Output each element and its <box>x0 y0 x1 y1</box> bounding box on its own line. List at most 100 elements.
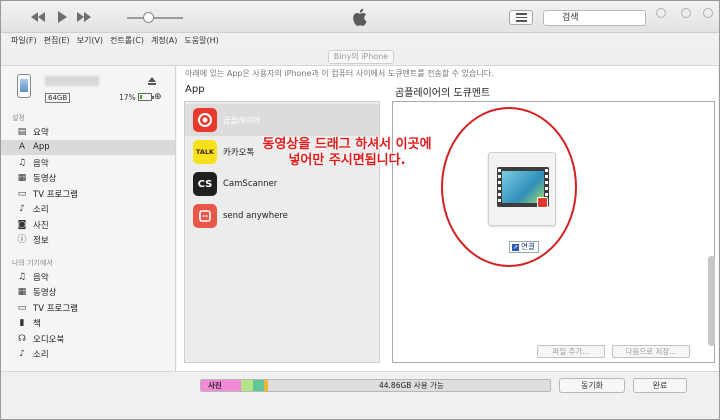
volume-slider[interactable] <box>127 17 183 19</box>
sidebar-item-label: 정보 <box>33 236 49 246</box>
annotation-line-2: 넣어만 주시면됩니다. <box>288 153 406 168</box>
sidebar-item[interactable]: ◙ 사진 <box>1 217 175 232</box>
capacity-free-label: 44.86GB 사용 가능 <box>379 381 444 390</box>
sidebar-item-label: 소리 <box>33 350 49 360</box>
next-icon[interactable] <box>75 9 93 25</box>
toolbar: 검색 <box>1 1 719 33</box>
music-note-icon: ♫ <box>17 157 27 168</box>
sidebar-item-label: 소리 <box>33 205 49 215</box>
film-icon: ▦ <box>17 173 27 183</box>
sidebar-item[interactable]: ♫ 음악 <box>1 155 175 170</box>
sidebar-item[interactable]: ▤ 요약 <box>1 124 175 139</box>
sidebar-item[interactable]: ⓘ 정보 <box>1 233 175 248</box>
menu-bar: 파일(F) 편집(E) 보기(V) 컨트롤(C) 계정(A) 도움말(H) <box>1 33 719 48</box>
kakaotalk-icon: TALK <box>193 140 217 164</box>
send-anywhere-icon <box>193 204 217 228</box>
scrollbar[interactable] <box>708 256 715 346</box>
battery-icon <box>138 93 154 101</box>
sidebar-item[interactable]: ♫ 음악 <box>1 269 175 284</box>
app-name: CamScanner <box>223 179 278 189</box>
sidebar: 64GB 17% ⊕ 설정 ▤ 요약 A App ♫ 음악 ▦ 동영상 ▭ TV 프로그램 ♪ 소리 ◙… <box>1 66 176 396</box>
sync-button[interactable]: 동기화 <box>559 378 625 393</box>
tv-icon: ▭ <box>17 302 27 313</box>
menu-account[interactable]: 계정(A) <box>151 35 177 46</box>
sidebar-item[interactable]: A App <box>1 139 175 155</box>
gom-player-icon <box>193 108 217 132</box>
sidebar-item[interactable]: ▮ 책 <box>1 316 175 331</box>
bottom-bar: 사진 44.86GB 사용 가능 동기화 완료 <box>1 371 719 419</box>
apple-logo-icon <box>353 8 367 26</box>
audiobook-icon: ☊ <box>18 333 26 344</box>
documents-header: 곰플레이어의 도큐멘트 <box>395 88 491 99</box>
app-name: 곰플레이어 <box>223 115 260 125</box>
battery-percent: 17% <box>119 93 136 102</box>
menu-view[interactable]: 보기(V) <box>77 35 103 46</box>
eject-icon[interactable] <box>148 77 156 85</box>
bell-icon: ♪ <box>19 349 25 359</box>
play-icon[interactable] <box>53 9 71 25</box>
sidebar-item[interactable]: ▭ TV 프로그램 <box>1 186 175 201</box>
app-row-camscanner[interactable]: CS CamScanner <box>185 168 379 200</box>
sidebar-item-label: 사진 <box>33 220 49 231</box>
capacity-photo-label: 사진 <box>208 381 222 390</box>
app-name: send anywhere <box>223 211 288 221</box>
sidebar-item[interactable]: ▭ TV 프로그램 <box>1 300 175 315</box>
maximize-button[interactable] <box>681 8 691 18</box>
sidebar-item-label: 책 <box>33 319 41 329</box>
capacity-segment <box>241 380 254 391</box>
capacity-badge: 64GB <box>45 93 71 103</box>
sidebar-item[interactable]: ♪ 소리 <box>1 347 175 362</box>
sidebar-item[interactable]: ▦ 동영상 <box>1 171 175 186</box>
device-tab[interactable]: Biny의 iPhone <box>328 50 394 64</box>
menu-edit[interactable]: 편집(E) <box>44 35 70 46</box>
camera-icon: ◙ <box>17 219 27 230</box>
close-button[interactable] <box>703 8 713 18</box>
minimize-button[interactable] <box>656 8 666 18</box>
menu-controls[interactable]: 컨트롤(C) <box>110 35 144 46</box>
iphone-icon <box>17 74 31 98</box>
charging-icon: ⊕ <box>154 92 162 102</box>
sidebar-item-label: TV 프로그램 <box>33 303 78 314</box>
capacity-bar: 사진 44.86GB 사용 가능 <box>200 379 551 392</box>
done-button[interactable]: 완료 <box>633 378 687 393</box>
film-icon: ▦ <box>17 287 27 297</box>
sidebar-item[interactable]: ☊ 오디오북 <box>1 331 175 346</box>
file-sharing-hint: 아래에 있는 App은 사용자의 iPhone과 이 컴퓨터 사이에서 도큐멘트… <box>185 69 494 78</box>
summary-icon: ▤ <box>17 126 27 137</box>
bell-icon: ♪ <box>19 204 25 214</box>
volume-knob[interactable] <box>143 12 154 23</box>
sidebar-item-label: App <box>33 142 50 152</box>
menu-help[interactable]: 도움말(H) <box>184 35 218 46</box>
save-to-button[interactable]: 다음으로 저장... <box>612 345 690 358</box>
app-row-gom-player[interactable]: 곰플레이어 <box>185 104 379 136</box>
sidebar-item-label: TV 프로그램 <box>33 189 78 200</box>
previous-icon[interactable] <box>29 9 47 25</box>
app-store-icon: A <box>18 142 26 152</box>
sidebar-item-label: 오디오북 <box>33 334 65 345</box>
on-my-device-header: 나의 기기에서 <box>12 259 53 267</box>
book-icon: ▮ <box>19 318 25 328</box>
info-icon: ⓘ <box>17 235 27 245</box>
list-view-button[interactable] <box>509 10 533 25</box>
capacity-segment <box>263 380 268 391</box>
menu-file[interactable]: 파일(F) <box>11 35 37 46</box>
sidebar-item-label: 음악 <box>33 272 49 283</box>
annotation-circle <box>441 107 577 267</box>
music-note-icon: ♫ <box>17 271 27 282</box>
sidebar-item-label: 음악 <box>33 158 49 169</box>
camscanner-icon: CS <box>193 172 217 196</box>
app-row-send-anywhere[interactable]: send anywhere <box>185 200 379 232</box>
device-name-redacted <box>45 76 99 86</box>
itunes-window: 검색 파일(F) 편집(E) 보기(V) 컨트롤(C) 계정(A) 도움말(H)… <box>0 0 720 420</box>
sidebar-item[interactable]: ▦ 동영상 <box>1 285 175 300</box>
sidebar-item-label: 동영상 <box>33 174 57 184</box>
sidebar-item[interactable]: ♪ 소리 <box>1 202 175 217</box>
add-file-button[interactable]: 파일 추가... <box>537 345 605 358</box>
sidebar-item-label: 동영상 <box>33 288 57 298</box>
annotation-line-1: 동영상을 드래그 하셔서 이곳에 <box>262 137 432 152</box>
capacity-segment <box>253 380 264 391</box>
sidebar-item-label: 요약 <box>33 127 49 138</box>
tv-icon: ▭ <box>17 188 27 199</box>
search-input[interactable]: 검색 <box>543 10 646 26</box>
apps-header: App <box>185 84 205 95</box>
